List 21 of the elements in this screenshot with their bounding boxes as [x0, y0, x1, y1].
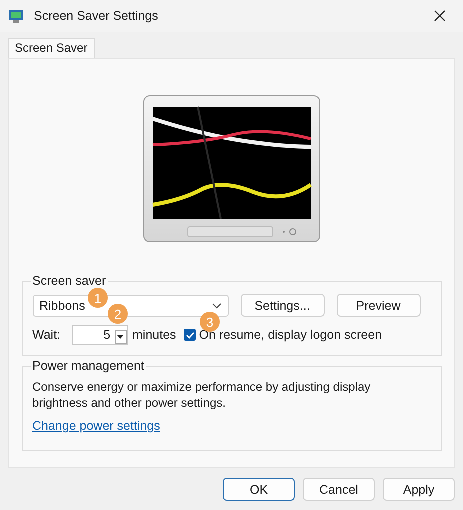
dropdown-value: Ribbons — [40, 298, 86, 312]
tab[interactable]: Screen Saver — [8, 38, 95, 58]
wait-spinner[interactable]: 5 — [72, 325, 128, 345]
monitor-icon — [8, 8, 24, 24]
description-text: Conserve energy or maximize performance by adjusting display brightness and other power settings. — [32, 379, 372, 411]
window-title: Screen Saver Settings — [34, 9, 160, 23]
dialog-button[interactable]: Apply — [383, 478, 455, 501]
close-icon — [434, 10, 446, 22]
group-label: Screen saver — [30, 274, 108, 288]
down-arrow-icon — [117, 335, 124, 339]
checkmark-icon — [186, 332, 195, 338]
dialog-button[interactable]: Preview — [336, 294, 420, 317]
power-settings-link[interactable]: Change power settings — [32, 419, 160, 433]
dialog-button[interactable]: OK — [223, 478, 295, 501]
group-label: Power management — [30, 359, 146, 373]
minutes-label: minutes — [132, 328, 176, 342]
dialog-button[interactable]: Settings... — [240, 294, 324, 317]
chevron-icon — [212, 302, 222, 308]
dialog-button[interactable]: Cancel — [303, 478, 375, 501]
wait-label: Wait: — [32, 328, 61, 342]
spinner-value: 5 — [104, 328, 111, 342]
